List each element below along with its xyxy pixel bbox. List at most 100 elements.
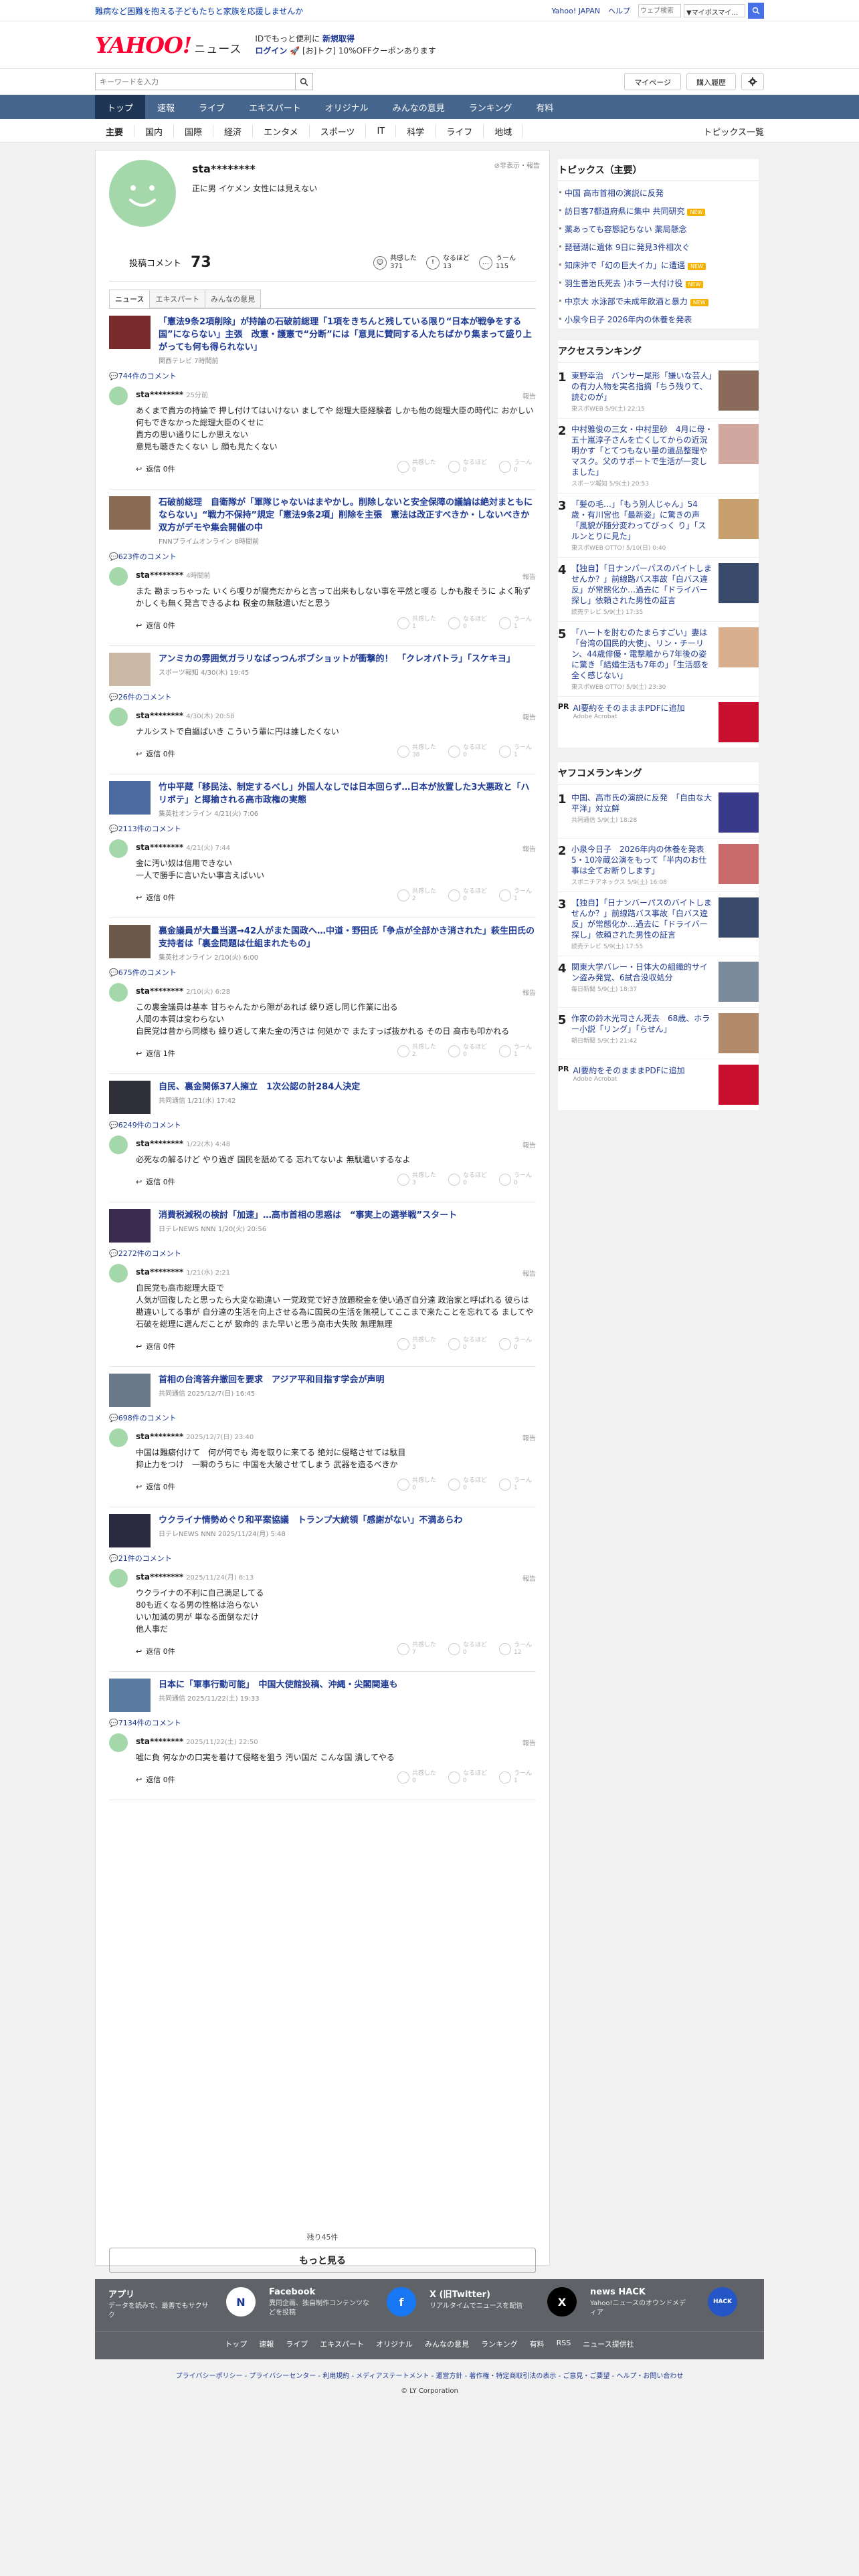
purchase-history-button[interactable]: 購入履歴 [686, 73, 736, 90]
reaction-button[interactable]: うーん 12 [498, 1642, 532, 1656]
promo-link[interactable]: 難病など困難を抱える子どもたちと家族を応援しませんか [95, 5, 303, 17]
settings-button[interactable] [741, 73, 764, 90]
report-link[interactable]: 報告 [522, 1140, 536, 1150]
footer-link[interactable]: 有料 [530, 2339, 545, 2349]
footer-link[interactable]: エキスパート [320, 2339, 364, 2349]
article-link[interactable]: 首相の台湾答弁撤回を要求 アジア平和目指す学会が声明 共同通信 2025/12/7… [109, 1367, 536, 1411]
footer-link[interactable]: ライブ [286, 2339, 308, 2349]
reaction-button[interactable]: なるほど 0 [448, 744, 487, 759]
ranking-item[interactable]: 1 東野幸治 バンサー尾形「嫌いな芸人」の有力人物を実名指摘「ちう残りて、読むのが… [558, 365, 759, 419]
comment-count-link[interactable]: 💬2113件のコメント [109, 822, 536, 837]
load-more-button[interactable]: もっと見る [109, 2248, 536, 2273]
reaction-button[interactable]: うーん 0 [498, 1172, 532, 1187]
tab-opinion[interactable]: みんなの意見 [205, 290, 262, 308]
reply-button[interactable]: ↩ 返信 0件 [136, 892, 175, 903]
comment-count-link[interactable]: 💬675件のコメント [109, 966, 536, 980]
report-link[interactable]: 報告 [522, 1268, 536, 1278]
tab-expert[interactable]: エキスパート [149, 290, 206, 308]
reply-button[interactable]: ↩ 返信 0件 [136, 1481, 175, 1492]
footer-link[interactable]: 速報 [259, 2339, 274, 2349]
reaction-button[interactable]: うーん 1 [498, 616, 532, 631]
reaction-button[interactable]: なるほど 0 [448, 1337, 487, 1352]
mypage-button[interactable]: マイページ [624, 73, 681, 90]
reaction-button[interactable]: うーん 1 [498, 1044, 532, 1059]
cat-sports[interactable]: スポーツ [310, 125, 367, 138]
reply-button[interactable]: ↩ 返信 0件 [136, 1176, 175, 1187]
footer-link[interactable]: みんなの意見 [425, 2339, 469, 2349]
article-link[interactable]: 「憲法9条2項削除」が持論の石破前総理「1項をきちんと残している限り“日本が戦争… [109, 309, 536, 369]
cat-main[interactable]: 主要 [95, 125, 135, 138]
report-link[interactable]: 報告 [522, 1432, 536, 1442]
signup-link[interactable]: 新規取得 [322, 34, 355, 43]
reaction-button[interactable]: うーん 1 [498, 744, 532, 759]
report-link[interactable]: 報告 [522, 843, 536, 853]
reply-button[interactable]: ↩ 返信 0件 [136, 748, 175, 759]
comment-count-link[interactable]: 💬26件のコメント [109, 690, 536, 705]
ranking-item[interactable]: 5 作家の鈴木光司さん死去 68歳、ホラー小説「リング」「らせん」 朝日新聞 5/9… [558, 1008, 759, 1059]
comment-count-link[interactable]: 💬7134件のコメント [109, 1716, 536, 1731]
comment-count-link[interactable]: 💬698件のコメント [109, 1411, 536, 1426]
comment-count-link[interactable]: 💬2272件のコメント [109, 1247, 536, 1261]
reply-button[interactable]: ↩ 返信 1件 [136, 1048, 175, 1059]
report-link[interactable]: 報告 [522, 987, 536, 997]
reply-button[interactable]: ↩ 返信 0件 [136, 1646, 175, 1656]
reaction-button[interactable]: 共感した 2 [397, 888, 436, 903]
hide-report-link[interactable]: ⊘非表示・報告 [494, 160, 540, 170]
topic-item[interactable]: 琵琶湖に遺体 9日に発見3件相次ぐ [558, 238, 759, 256]
article-link[interactable]: 消費税減税の検討「加速」…高市首相の思惑は “事実上の選挙戦”スタート 日テレNE… [109, 1202, 536, 1247]
report-link[interactable]: 報告 [522, 571, 536, 581]
reaction-button[interactable]: 共感した 0 [397, 459, 436, 474]
topic-item[interactable]: 訪日客7都道府県に集中 共同研究 NEW [558, 202, 759, 220]
nav-paid[interactable]: 有料 [524, 95, 565, 119]
ranking-item[interactable]: 5 「ハートを肘むのたまらすごい」妻は「台湾の国民的大使」、リン・チーリン、44歳… [558, 622, 759, 697]
ranking-item[interactable]: 2 中村雅俊の三女・中村里砂 4月に母・五十嵐淳子さんを亡くしてからの近況明かす「… [558, 419, 759, 494]
pr-item[interactable]: PR AI要約をそのまままPDFに追加 Adobe Acrobat [558, 697, 759, 748]
ranking-item[interactable]: 4 関東大学バレー・日体大の組織的サイン盗み発覚、6試合没収処分 毎日新聞 5/9(… [558, 956, 759, 1008]
topic-item[interactable]: 薬あっても容態記ちない 薬局懸念 [558, 220, 759, 238]
nav-live[interactable]: ライブ [187, 95, 237, 119]
reaction-button[interactable]: 共感した 0 [397, 1477, 436, 1492]
cat-domestic[interactable]: 国内 [134, 125, 175, 138]
reaction-button[interactable]: うーん 1 [498, 888, 532, 903]
footer-x[interactable]: X (旧Twitter) リアルタイムでニュースを配信 X [430, 2287, 590, 2323]
login-link[interactable]: ログイン [255, 46, 287, 56]
policy-links[interactable]: プライバシーポリシー - プライバシーセンター - 利用規約 - メディアステー… [95, 2370, 764, 2380]
article-link[interactable]: 日本に「軍事行動可能」 中国大使館投稿、沖縄・尖閣関連も 共同通信 2025/11… [109, 1672, 536, 1716]
reaction-button[interactable]: なるほど 0 [448, 459, 487, 474]
reaction-button[interactable]: うーん 1 [498, 1477, 532, 1492]
ranking-item[interactable]: 4 【独自】「日ナンバーパスのバイトしませんか？」前線路バス事故「白バス違反」が常… [558, 558, 759, 622]
footer-link[interactable]: ランキング [481, 2339, 518, 2349]
comment-count-link[interactable]: 💬21件のコメント [109, 1551, 536, 1566]
reaction-button[interactable]: なるほど 0 [448, 1172, 487, 1187]
topic-item[interactable]: 中国 高市首相の演説に反発 [558, 184, 759, 202]
cat-economy[interactable]: 経済 [213, 125, 254, 138]
reaction-button[interactable]: 共感した 2 [397, 1044, 436, 1059]
reaction-button[interactable]: なるほど 0 [448, 1770, 487, 1785]
report-link[interactable]: 報告 [522, 1737, 536, 1747]
reaction-button[interactable]: うーん 1 [498, 1770, 532, 1785]
article-link[interactable]: アンミカの雰囲気ガラリなばっつんボブショットが衝撃的！ 「クレオパトラ」「スケキ… [109, 646, 536, 690]
nav-ranking[interactable]: ランキング [457, 95, 524, 119]
nav-flash[interactable]: 速報 [145, 95, 187, 119]
tab-news[interactable]: ニュース [109, 290, 151, 308]
footer-newshack[interactable]: news HACK Yahoo!ニュースのオウンドメディア HACK [590, 2287, 751, 2323]
topic-item[interactable]: 小泉今日子 2026年内の休養を発表 [558, 310, 759, 328]
article-link[interactable]: 自民、裏金関係37人擁立 1次公認の計284人決定 共同通信 1/21(水) 17… [109, 1074, 536, 1118]
ranking-item[interactable]: 3 「髪の毛…」「もう別人じゃん」54歳・有川宮也「最新姿」に驚きの声「風貌が随分… [558, 494, 759, 558]
coupon-text[interactable]: [お]トク] 10%OFFクーポンあります [302, 46, 436, 56]
article-link[interactable]: 裏金議員が大量当選→42人がまた国政へ…中道・野田氏「争点が全部かき消された」萩… [109, 918, 536, 966]
footer-app[interactable]: アプリ データを読みで、最善でもサクサク N [108, 2287, 269, 2323]
cat-it[interactable]: IT [366, 125, 397, 137]
ranking-item[interactable]: 1 中国、高市氏の演説に反発 「自由な大平洋」対立鮮 共同通信 5/9(土) 18:… [558, 787, 759, 839]
article-link[interactable]: 石破前総理 自衛隊が「軍隊じゃないはまやかし。削除しないと安全保障の議論は絶対ま… [109, 490, 538, 550]
ranking-item[interactable]: 3 【独自】「日ナンバーパスのバイトしませんか？」前線路バス事故「白バス違反」が常… [558, 892, 759, 956]
footer-link[interactable]: オリジナル [376, 2339, 413, 2349]
reaction-button[interactable]: なるほど 0 [448, 1642, 487, 1656]
reaction-button[interactable]: うーん 0 [498, 1337, 532, 1352]
reaction-button[interactable]: なるほど 0 [448, 1044, 487, 1059]
web-search-input[interactable] [638, 4, 681, 17]
nav-expert[interactable]: エキスパート [237, 95, 313, 119]
reply-button[interactable]: ↩ 返信 0件 [136, 620, 175, 631]
news-search-button[interactable] [296, 73, 313, 90]
nav-top[interactable]: トップ [95, 95, 146, 119]
